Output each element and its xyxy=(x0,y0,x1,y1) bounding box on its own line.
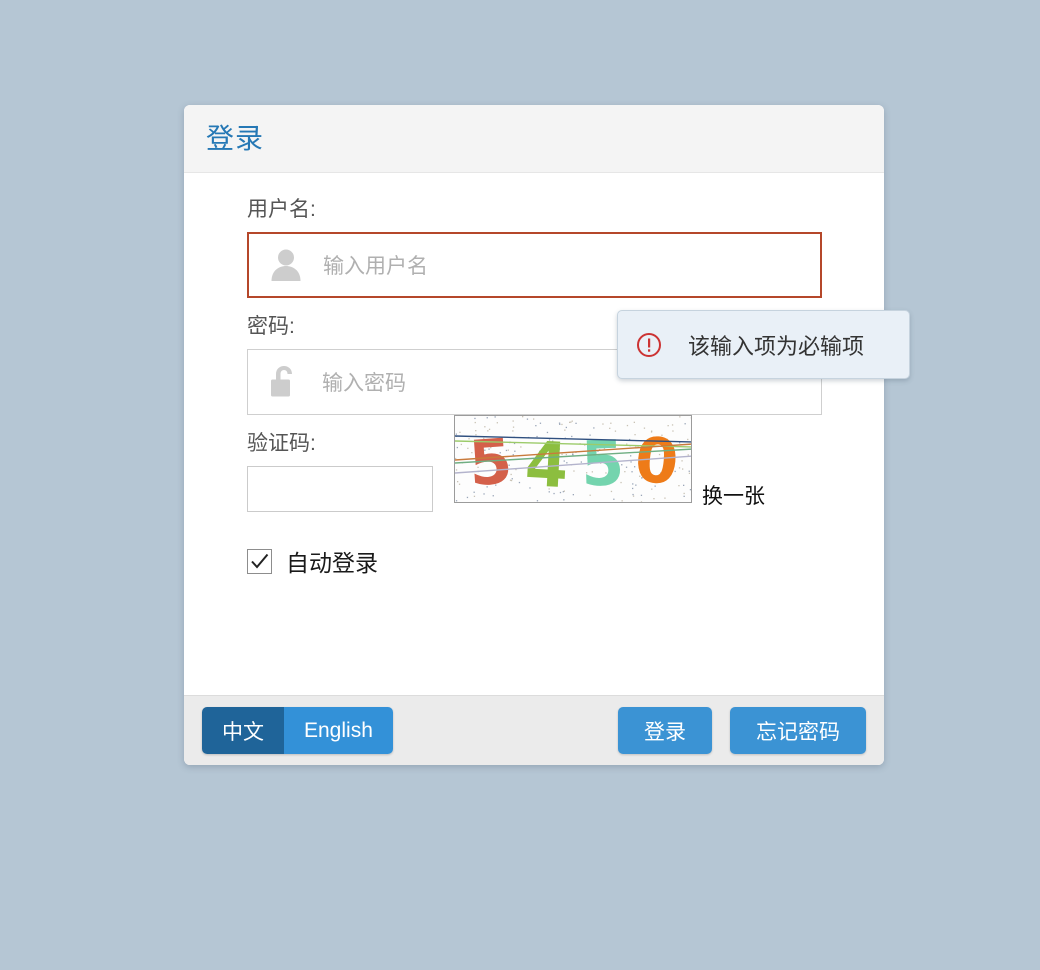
panel-body: 用户名: 输入用户名 密码: 输入密码 验证码: 5 4 5 0 换一张 自动登… xyxy=(184,173,884,695)
svg-text:0: 0 xyxy=(632,423,681,499)
forgot-password-button[interactable]: 忘记密码 xyxy=(730,707,866,754)
language-toggle[interactable]: 中文 English xyxy=(202,707,393,754)
captcha-image-svg: 5450 xyxy=(455,416,691,502)
captcha-field-block: 验证码: 5450 换一张 xyxy=(247,415,822,512)
language-option-chinese[interactable]: 中文 xyxy=(202,707,284,754)
validation-tooltip: 该输入项为必输项 xyxy=(617,310,910,379)
login-panel: 登录 用户名: 输入用户名 密码: 输入密码 验证码: 5 4 5 0 换一张 … xyxy=(184,105,884,765)
unlock-icon xyxy=(264,361,306,403)
auto-login-label: 自动登录 xyxy=(286,550,378,576)
panel-header: 登录 xyxy=(184,105,884,173)
validation-message: 该输入项为必输项 xyxy=(688,333,865,359)
page-title: 登录 xyxy=(206,122,265,154)
captcha-input[interactable] xyxy=(247,466,433,512)
username-label: 用户名: xyxy=(247,198,316,221)
checkmark-icon xyxy=(251,553,269,569)
captcha-label: 验证码: xyxy=(247,432,316,455)
auto-login-row[interactable]: 自动登录 xyxy=(247,544,822,578)
username-input[interactable]: 输入用户名 xyxy=(247,232,822,298)
captcha-refresh-link[interactable]: 换一张 xyxy=(702,480,765,510)
panel-footer: 中文 English 登录 忘记密码 xyxy=(184,695,884,765)
error-circle-icon xyxy=(636,332,662,358)
captcha-left-column: 验证码: xyxy=(247,433,433,512)
password-placeholder: 输入密码 xyxy=(322,372,406,395)
user-icon xyxy=(265,244,307,286)
auto-login-checkbox[interactable] xyxy=(247,548,272,574)
login-button[interactable]: 登录 xyxy=(618,707,712,754)
language-option-english[interactable]: English xyxy=(284,707,393,754)
username-field-block: 用户名: 输入用户名 xyxy=(247,199,822,298)
captcha-image[interactable]: 5450 xyxy=(454,415,692,503)
username-placeholder: 输入用户名 xyxy=(323,255,428,278)
